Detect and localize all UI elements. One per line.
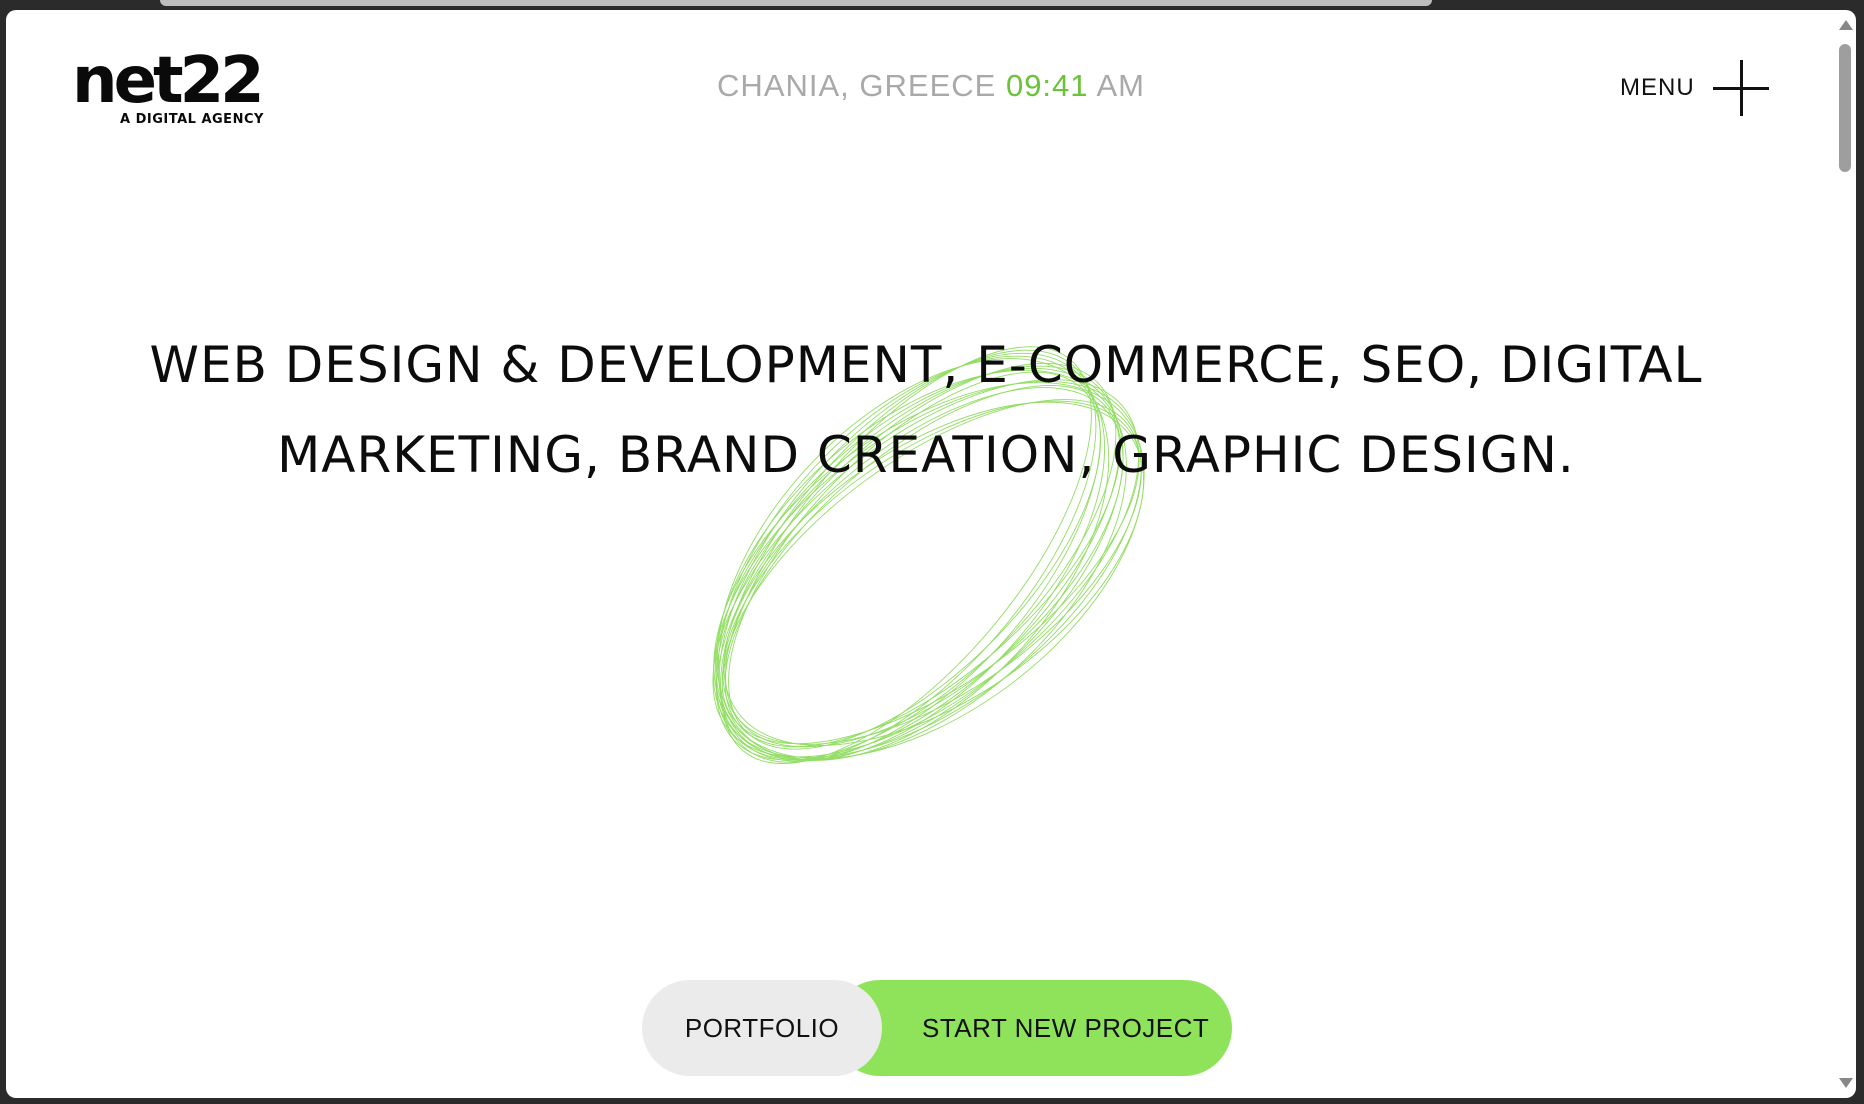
location-clock: CHANIA, GREECE 09:41 AM (6, 68, 1856, 104)
menu-button[interactable]: MENU (1620, 60, 1770, 116)
scroll-down-arrow-icon[interactable] (1839, 1078, 1853, 1088)
logo-tagline: A DIGITAL AGENCY (120, 112, 264, 127)
cta-group: START NEW PROJECT PORTFOLIO (642, 980, 1232, 1076)
clock-meridiem: AM (1096, 68, 1145, 103)
location-text: CHANIA, GREECE (717, 68, 997, 103)
plus-icon[interactable] (1712, 60, 1769, 116)
portfolio-button[interactable]: PORTFOLIO (642, 980, 882, 1076)
scroll-up-arrow-icon[interactable] (1839, 20, 1853, 30)
start-new-project-button[interactable]: START NEW PROJECT (832, 980, 1232, 1076)
menu-label: MENU (1620, 74, 1695, 101)
browser-top-strip (160, 0, 1432, 6)
page-window: net22 A DIGITAL AGENCY CHANIA, GREECE 09… (6, 10, 1856, 1098)
clock-time: 09:41 (1005, 68, 1089, 103)
scrollbar[interactable] (1834, 10, 1856, 1098)
scroll-thumb[interactable] (1839, 44, 1851, 172)
hero-headline: WEB DESIGN & DEVELOPMENT, E-COMMERCE, SE… (149, 336, 1703, 484)
